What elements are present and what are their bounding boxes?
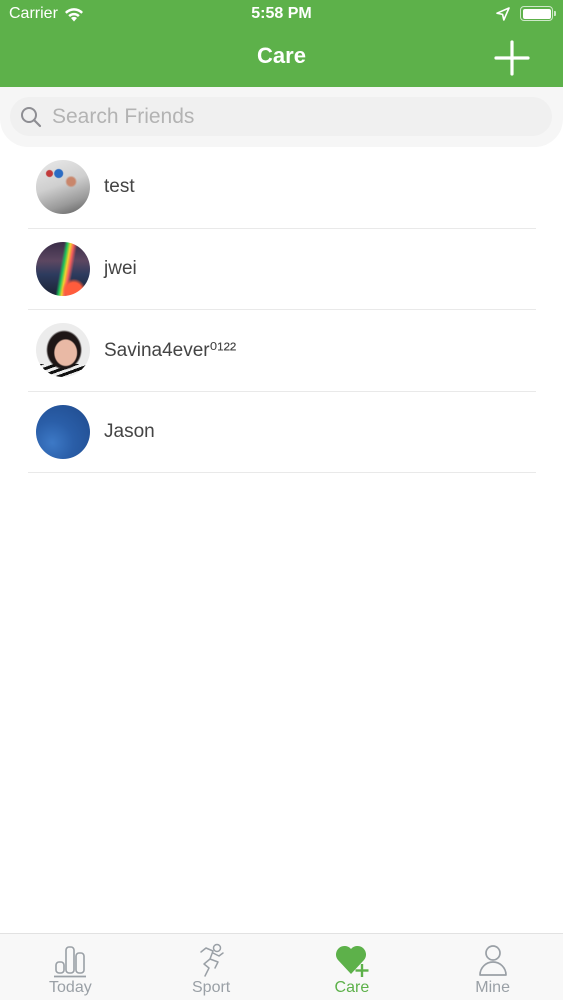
avatar [36, 323, 90, 378]
battery-icon [520, 6, 556, 21]
tab-bar: Today Sport Care Mine [0, 933, 563, 1000]
tab-label: Today [49, 979, 92, 996]
friend-name: jwei [104, 257, 137, 279]
friend-list: test jwei Savina4ever⁰¹²² Jason [0, 147, 563, 473]
tab-care[interactable]: Care [282, 934, 423, 1000]
page-title: Care [257, 43, 306, 68]
tab-today[interactable]: Today [0, 934, 141, 1000]
tab-label: Care [334, 979, 370, 996]
tab-label: Sport [192, 979, 231, 996]
person-icon [478, 945, 507, 976]
plus-icon [494, 40, 530, 76]
header: Carrier 5:58 PM Care [0, 0, 563, 87]
add-friend-button[interactable] [494, 40, 530, 76]
avatar [36, 404, 90, 459]
search-icon [21, 106, 42, 127]
bar-chart-icon [54, 946, 87, 978]
search-bar[interactable] [10, 97, 552, 136]
location-arrow-icon [496, 6, 510, 21]
care-screen: Carrier 5:58 PM Care Search Friends test… [0, 0, 563, 1000]
search-container [0, 87, 563, 147]
status-time: 5:58 PM [251, 5, 312, 22]
heart-plus-icon [335, 945, 369, 977]
running-person-icon [200, 943, 224, 977]
friend-row[interactable]: test [28, 147, 536, 229]
search-input[interactable] [52, 104, 512, 129]
status-right [496, 6, 556, 21]
battery-fill [522, 8, 551, 19]
tab-label: Mine [475, 979, 510, 996]
avatar [36, 160, 90, 215]
friend-row[interactable]: jwei [28, 229, 536, 310]
avatar [36, 241, 90, 296]
friend-name: Savina4ever⁰¹²² [104, 339, 237, 361]
friend-row[interactable]: Savina4ever⁰¹²² [28, 310, 536, 392]
friend-name: test [104, 176, 135, 198]
status-bar: Carrier 5:58 PM [0, 0, 563, 30]
friend-name: Jason [104, 420, 155, 442]
friend-row[interactable]: Jason [28, 392, 536, 473]
tab-mine[interactable]: Mine [422, 934, 563, 1000]
tab-sport[interactable]: Sport [141, 934, 282, 1000]
